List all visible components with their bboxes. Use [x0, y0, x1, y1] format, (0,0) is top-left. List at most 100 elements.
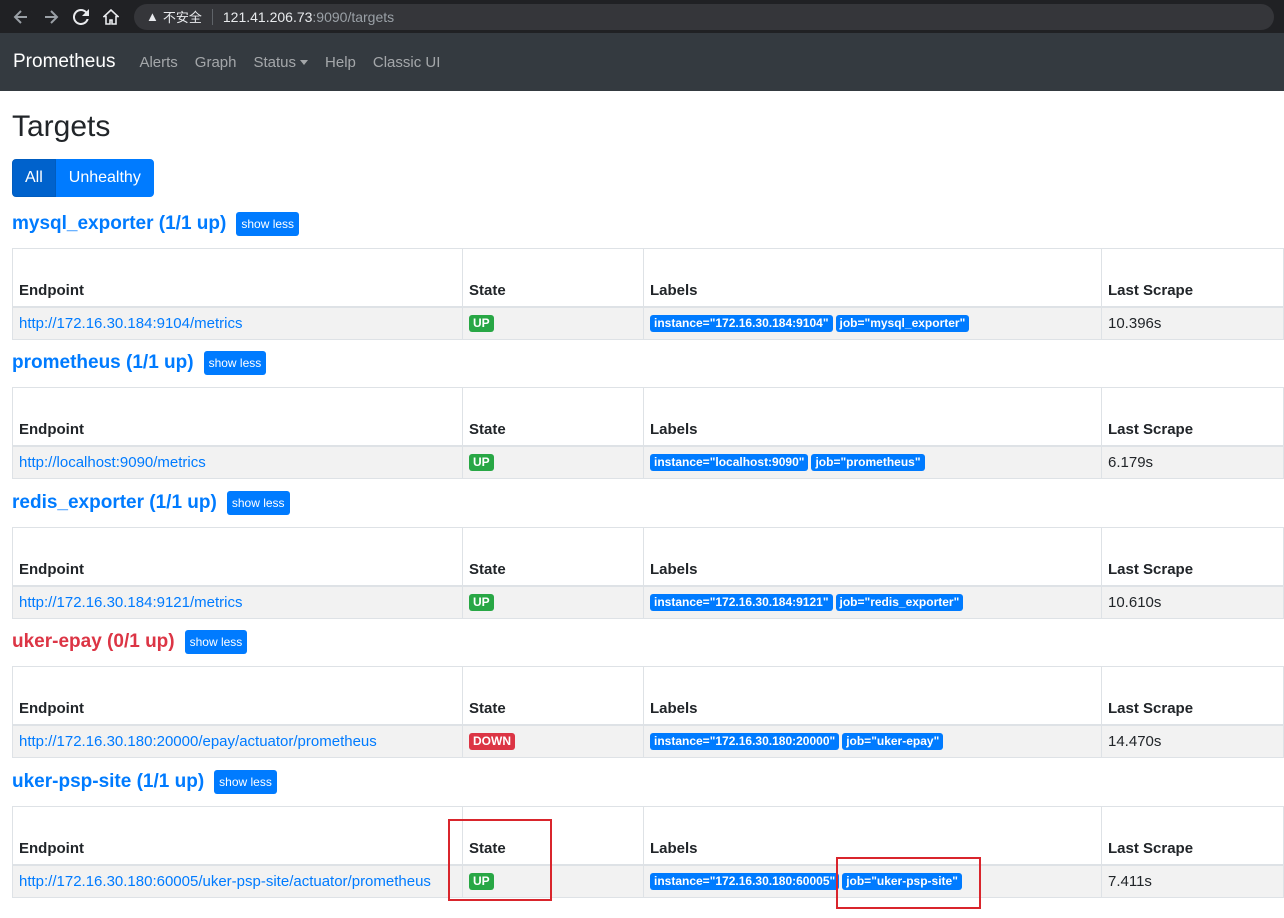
- labels-cell: instance="172.16.30.184:9121" job="redis_…: [643, 585, 1102, 619]
- job-section: uker-epay (0/1 up) show less Endpoint St…: [12, 628, 1284, 758]
- warning-icon: ▲: [146, 9, 159, 24]
- job-section: mysql_exporter (1/1 up) show less Endpoi…: [12, 210, 1284, 340]
- table-row: http://172.16.30.184:9104/metrics UP ins…: [12, 306, 1284, 340]
- table-header-row: Endpoint State Labels Last Scrape: [12, 248, 1284, 308]
- job-header: redis_exporter (1/1 up) show less: [12, 489, 1284, 517]
- job-header: uker-epay (0/1 up) show less: [12, 628, 1284, 656]
- job-section: redis_exporter (1/1 up) show less Endpoi…: [12, 489, 1284, 619]
- app-navbar: Prometheus Alerts Graph Status Help Clas…: [0, 33, 1284, 91]
- label-badge: instance="172.16.30.180:60005": [650, 873, 840, 891]
- last-scrape-cell: 10.610s: [1101, 585, 1284, 619]
- nav-help[interactable]: Help: [325, 54, 356, 71]
- nav-alerts[interactable]: Alerts: [139, 54, 177, 71]
- back-icon[interactable]: [8, 4, 34, 30]
- insecure-label: 不安全: [162, 10, 202, 25]
- table-header-row: Endpoint State Labels Last Scrape: [12, 527, 1284, 587]
- column-state: State: [462, 806, 644, 866]
- show-less-button[interactable]: show less: [184, 630, 248, 654]
- state-badge: UP: [469, 315, 494, 333]
- filter-button-group: All Unhealthy: [12, 159, 154, 197]
- table-header-row: Endpoint State Labels Last Scrape: [12, 806, 1284, 866]
- column-state: State: [462, 387, 644, 447]
- labels-cell: instance="172.16.30.184:9104" job="mysql_…: [643, 306, 1102, 340]
- state-cell: UP: [462, 445, 644, 479]
- column-endpoint: Endpoint: [12, 248, 463, 308]
- state-cell: UP: [462, 864, 644, 898]
- show-less-button[interactable]: show less: [226, 491, 290, 515]
- table-row: http://172.16.30.180:20000/epay/actuator…: [12, 724, 1284, 758]
- label-badge: job="mysql_exporter": [835, 315, 970, 333]
- job-title-link[interactable]: mysql_exporter (1/1 up): [12, 213, 226, 235]
- targets-table: Endpoint State Labels Last Scrape http:/…: [12, 527, 1284, 619]
- endpoint-cell: http://localhost:9090/metrics: [12, 445, 463, 479]
- column-last-scrape: Last Scrape: [1101, 806, 1284, 866]
- home-icon[interactable]: [98, 4, 124, 30]
- endpoint-cell: http://172.16.30.180:20000/epay/actuator…: [12, 724, 463, 758]
- nav-status[interactable]: Status: [254, 54, 309, 71]
- job-title-link[interactable]: prometheus (1/1 up): [12, 352, 194, 374]
- job-title-link[interactable]: uker-psp-site (1/1 up): [12, 771, 204, 793]
- table-row: http://172.16.30.180:60005/uker-psp-site…: [12, 864, 1284, 898]
- job-header: uker-psp-site (1/1 up) show less: [12, 768, 1284, 796]
- endpoint-link[interactable]: http://172.16.30.184:9121/metrics: [19, 594, 242, 611]
- endpoint-link[interactable]: http://172.16.30.180:20000/epay/actuator…: [19, 733, 377, 750]
- label-badge: instance="172.16.30.184:9121": [650, 594, 833, 612]
- table-row: http://localhost:9090/metrics UP instanc…: [12, 445, 1284, 479]
- job-section: prometheus (1/1 up) show less Endpoint S…: [12, 349, 1284, 479]
- show-less-button[interactable]: show less: [203, 351, 267, 375]
- job-header: prometheus (1/1 up) show less: [12, 349, 1284, 377]
- label-badge: instance="172.16.30.184:9104": [650, 315, 833, 333]
- column-last-scrape: Last Scrape: [1101, 666, 1284, 726]
- state-cell: DOWN: [462, 724, 644, 758]
- show-less-button[interactable]: show less: [236, 212, 300, 236]
- endpoint-link[interactable]: http://localhost:9090/metrics: [19, 454, 206, 471]
- nav-graph[interactable]: Graph: [195, 54, 237, 71]
- table-header-row: Endpoint State Labels Last Scrape: [12, 666, 1284, 726]
- column-endpoint: Endpoint: [12, 527, 463, 587]
- nav-classic-ui[interactable]: Classic UI: [373, 54, 441, 71]
- job-title-link[interactable]: redis_exporter (1/1 up): [12, 492, 217, 514]
- last-scrape-cell: 6.179s: [1101, 445, 1284, 479]
- label-badge: job="prometheus": [811, 454, 925, 472]
- endpoint-cell: http://172.16.30.184:9104/metrics: [12, 306, 463, 340]
- column-last-scrape: Last Scrape: [1101, 387, 1284, 447]
- label-badge: job="uker-psp-site": [842, 873, 962, 891]
- omnibox-divider: [211, 8, 213, 25]
- url-path: :9090/targets: [312, 8, 395, 25]
- page-title: Targets: [12, 110, 111, 143]
- address-bar[interactable]: ▲ 不安全 121.41.206.73:9090/targets: [134, 3, 1274, 30]
- brand-link[interactable]: Prometheus: [13, 51, 115, 73]
- endpoint-link[interactable]: http://172.16.30.184:9104/metrics: [19, 315, 242, 332]
- state-badge: UP: [469, 454, 494, 472]
- forward-icon[interactable]: [38, 4, 64, 30]
- label-badge: job="uker-epay": [842, 733, 944, 751]
- column-state: State: [462, 527, 644, 587]
- endpoint-cell: http://172.16.30.180:60005/uker-psp-site…: [12, 864, 463, 898]
- column-labels: Labels: [643, 387, 1102, 447]
- labels-cell: instance="172.16.30.180:20000" job="uker-…: [643, 724, 1102, 758]
- column-labels: Labels: [643, 248, 1102, 308]
- url-host: 121.41.206.73: [222, 8, 313, 25]
- targets-table: Endpoint State Labels Last Scrape http:/…: [12, 248, 1284, 340]
- column-labels: Labels: [643, 666, 1102, 726]
- targets-table: Endpoint State Labels Last Scrape http:/…: [12, 387, 1284, 479]
- chevron-down-icon: [300, 59, 309, 65]
- column-labels: Labels: [643, 806, 1102, 866]
- show-less-button[interactable]: show less: [214, 770, 277, 794]
- reload-icon[interactable]: [68, 4, 94, 30]
- filter-unhealthy-button[interactable]: Unhealthy: [55, 159, 154, 197]
- table-row: http://172.16.30.184:9121/metrics UP ins…: [12, 585, 1284, 619]
- state-badge: UP: [469, 873, 494, 891]
- browser-toolbar: ▲ 不安全 121.41.206.73:9090/targets: [0, 0, 1284, 33]
- main-content: Targets All Unhealthy: [0, 109, 1284, 197]
- job-title-link[interactable]: uker-epay (0/1 up): [12, 631, 175, 653]
- column-last-scrape: Last Scrape: [1101, 248, 1284, 308]
- column-last-scrape: Last Scrape: [1101, 527, 1284, 587]
- endpoint-link[interactable]: http://172.16.30.180:60005/uker-psp-site…: [19, 873, 431, 890]
- last-scrape-cell: 7.411s: [1101, 864, 1284, 898]
- labels-cell: instance="localhost:9090" job="prometheus…: [643, 445, 1102, 479]
- column-endpoint: Endpoint: [12, 387, 463, 447]
- label-badge: instance="172.16.30.180:20000": [650, 733, 840, 751]
- filter-all-button[interactable]: All: [12, 159, 56, 197]
- column-endpoint: Endpoint: [12, 666, 463, 726]
